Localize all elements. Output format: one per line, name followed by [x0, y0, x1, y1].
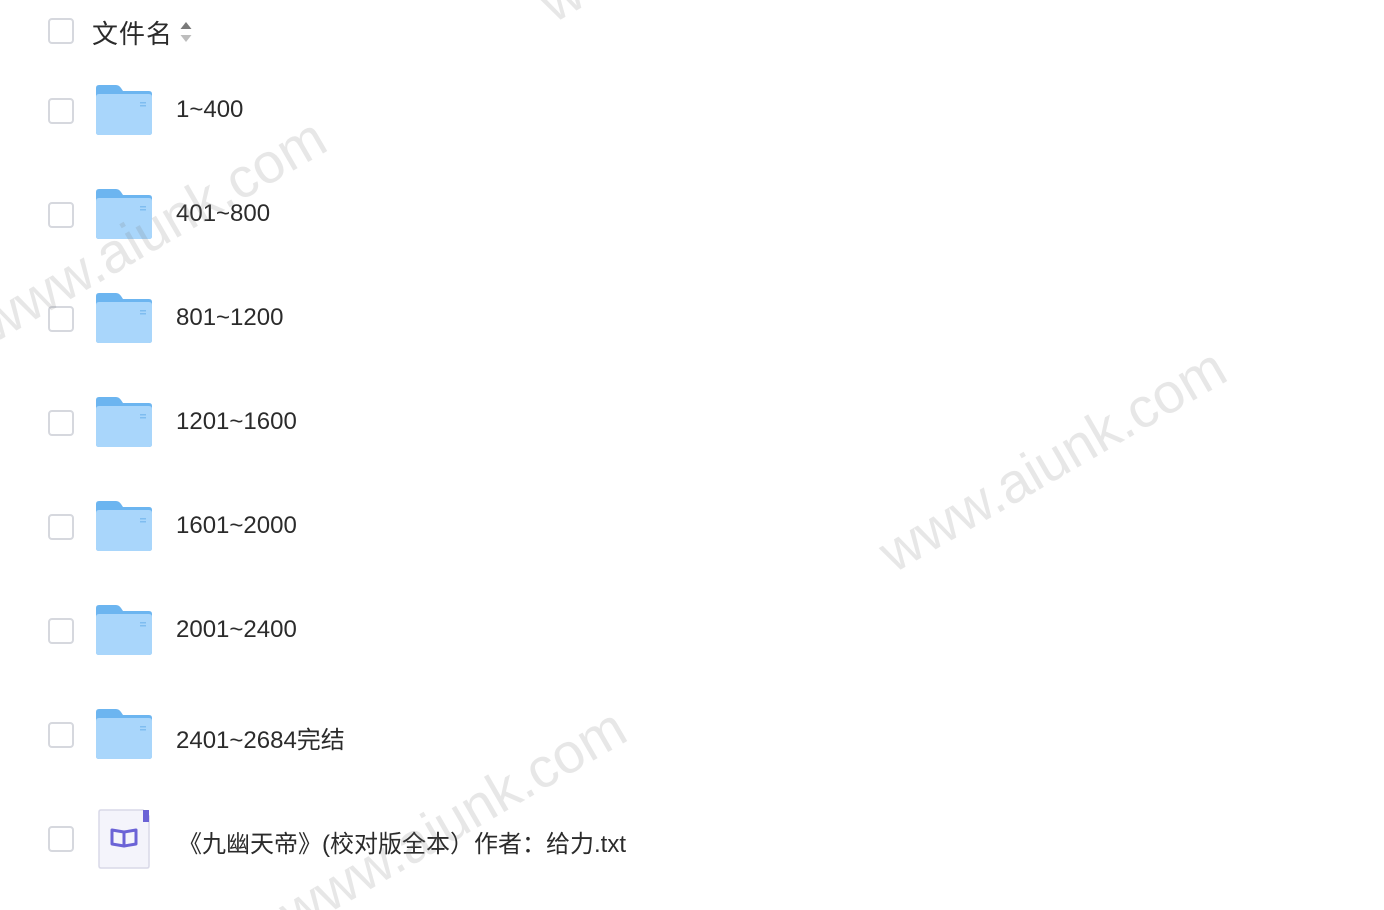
file-list-header: 文件名 [0, 0, 1384, 64]
column-header-filename[interactable]: 文件名 [92, 14, 173, 51]
book-file-icon [98, 809, 150, 869]
folder-icon [96, 605, 152, 655]
folder-icon [96, 709, 152, 759]
list-item[interactable]: 1~400 [0, 60, 1384, 164]
folder-name[interactable]: 1201~1600 [176, 408, 297, 436]
folder-name[interactable]: 2401~2684完结 [176, 720, 345, 755]
folder-name[interactable]: 1601~2000 [176, 512, 297, 540]
row-checkbox[interactable] [48, 202, 74, 228]
list-item[interactable]: 2401~2684完结 [0, 684, 1384, 788]
row-checkbox[interactable] [48, 618, 74, 644]
folder-icon [96, 189, 152, 239]
row-checkbox[interactable] [48, 98, 74, 124]
folder-icon [96, 501, 152, 551]
folder-name[interactable]: 1~400 [176, 96, 243, 124]
select-all-checkbox[interactable] [48, 18, 74, 44]
folder-icon [96, 85, 152, 135]
folder-icon [96, 397, 152, 447]
list-item[interactable]: 2001~2400 [0, 580, 1384, 684]
list-item[interactable]: 401~800 [0, 164, 1384, 268]
row-checkbox[interactable] [48, 410, 74, 436]
row-checkbox[interactable] [48, 826, 74, 852]
row-checkbox[interactable] [48, 306, 74, 332]
folder-name[interactable]: 801~1200 [176, 304, 283, 332]
file-name[interactable]: 《九幽天帝》(校对版全本）作者：给力.txt [178, 824, 626, 859]
row-checkbox[interactable] [48, 514, 74, 540]
list-item[interactable]: 1201~1600 [0, 372, 1384, 476]
list-item[interactable]: 801~1200 [0, 268, 1384, 372]
folder-icon [96, 293, 152, 343]
sort-icon[interactable] [179, 20, 193, 44]
folder-name[interactable]: 2001~2400 [176, 616, 297, 644]
list-item[interactable]: 1601~2000 [0, 476, 1384, 580]
folder-name[interactable]: 401~800 [176, 200, 270, 228]
file-list-page: 文件名 1~400 401~800 801~1200 1201~1600 160… [0, 0, 1384, 910]
row-checkbox[interactable] [48, 722, 74, 748]
list-item[interactable]: 《九幽天帝》(校对版全本）作者：给力.txt [0, 788, 1384, 892]
